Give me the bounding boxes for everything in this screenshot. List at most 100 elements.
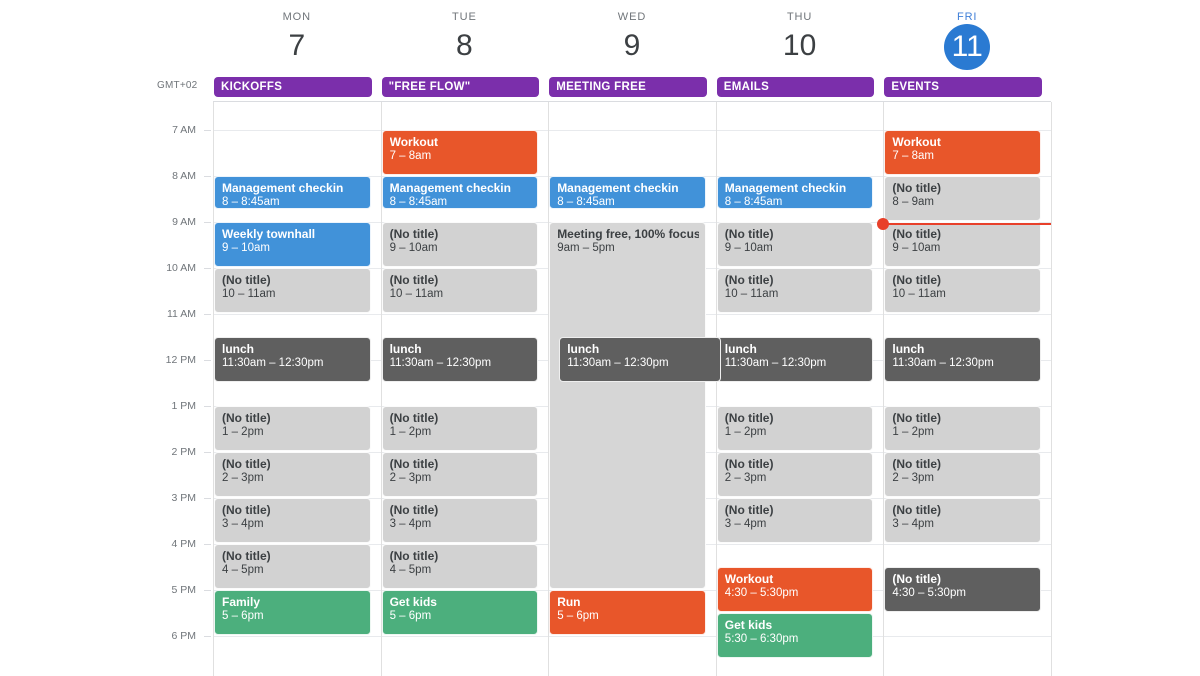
calendar-event[interactable]: lunch 11:30am – 12:30pm [381, 336, 539, 382]
event-time-range: 10 – 11am [389, 287, 444, 300]
event-title: Workout [892, 134, 941, 149]
day-header-fri[interactable]: FRI 11 [883, 0, 1051, 74]
calendar-event[interactable]: Get kids 5 – 6pm [381, 589, 539, 635]
time-axis-label: 8 AM [172, 169, 196, 182]
time-axis-tick [204, 267, 211, 269]
day-number[interactable]: 7 [288, 26, 305, 66]
event-time-range: 11:30am – 12:30pm [724, 356, 827, 369]
event-title: Workout [724, 571, 774, 586]
calendar-event[interactable]: Workout 7 – 8am [381, 129, 539, 175]
all-day-cell-tue[interactable]: "FREE FLOW" [381, 74, 549, 102]
calendar-event[interactable]: (No title) 9 – 10am [884, 221, 1041, 267]
day-header-thu[interactable]: THU 10 [716, 0, 884, 74]
event-time-range: 3 – 4pm [389, 517, 432, 530]
calendar-event[interactable]: (No title) 2 – 3pm [716, 451, 874, 497]
event-title: (No title) [724, 226, 774, 241]
calendar-event[interactable]: Workout 4:30 – 5:30pm [716, 566, 874, 612]
calendar-event[interactable]: Run 5 – 6pm [549, 589, 706, 635]
event-time-range: 7 – 8am [892, 149, 934, 162]
day-header-wed[interactable]: WED 9 [548, 0, 716, 74]
event-time-range: 1 – 2pm [724, 425, 767, 438]
event-time-range: 3 – 4pm [892, 517, 934, 530]
calendar-event[interactable]: Workout 7 – 8am [884, 129, 1041, 175]
event-title: Weekly townhall [222, 226, 316, 241]
event-title: Run [557, 594, 581, 609]
event-time-range: 11:30am – 12:30pm [222, 356, 324, 369]
event-time-range: 11:30am – 12:30pm [892, 356, 994, 369]
calendar-event[interactable]: (No title) 1 – 2pm [381, 405, 539, 451]
all-day-event-chip[interactable]: "FREE FLOW" [381, 77, 540, 97]
calendar-event[interactable]: (No title) 4 – 5pm [381, 543, 539, 589]
day-header-mon[interactable]: MON 7 [213, 0, 381, 74]
event-time-range: 1 – 2pm [222, 425, 264, 438]
event-time-range: 4:30 – 5:30pm [892, 586, 966, 599]
all-day-event-chip[interactable]: MEETING FREE [549, 77, 707, 97]
calendar-event[interactable]: (No title) 2 – 3pm [381, 451, 539, 497]
all-day-event-chip[interactable]: KICKOFFS [214, 77, 372, 97]
event-title: (No title) [389, 456, 439, 471]
event-time-range: 4 – 5pm [222, 563, 264, 576]
calendar-event[interactable]: (No title) 9 – 10am [716, 221, 874, 267]
calendar-event[interactable]: Family 5 – 6pm [214, 589, 371, 635]
time-axis-tick [204, 543, 211, 545]
calendar-event[interactable]: (No title) 2 – 3pm [884, 451, 1041, 497]
day-of-week-label: TUE [452, 11, 477, 23]
time-axis-label: 6 PM [171, 629, 196, 642]
calendar-event[interactable]: (No title) 8 – 9am [884, 175, 1041, 221]
calendar-event[interactable]: (No title) 3 – 4pm [716, 497, 874, 543]
calendar-event[interactable]: (No title) 4:30 – 5:30pm [884, 566, 1041, 612]
event-title: (No title) [724, 410, 774, 425]
calendar-event[interactable]: Weekly townhall 9 – 10am [214, 221, 371, 267]
calendar-event[interactable]: (No title) 10 – 11am [884, 267, 1041, 313]
event-title: (No title) [892, 226, 942, 241]
all-day-cell-mon[interactable]: KICKOFFS [213, 74, 381, 102]
calendar-event[interactable]: (No title) 1 – 2pm [716, 405, 874, 451]
all-day-event-chip[interactable]: EMAILS [716, 77, 875, 97]
event-time-range: 9 – 10am [389, 241, 438, 254]
calendar-event[interactable]: Management checkin 8 – 8:45am [716, 175, 874, 210]
event-title: (No title) [389, 226, 439, 241]
calendar-event[interactable]: (No title) 9 – 10am [381, 221, 539, 267]
all-day-cell-fri[interactable]: EVENTS [883, 74, 1051, 102]
all-day-cell-wed[interactable]: MEETING FREE [548, 74, 716, 102]
calendar-event[interactable]: Management checkin 8 – 8:45am [381, 175, 539, 210]
day-number-today[interactable]: 11 [944, 24, 991, 70]
calendar-event[interactable]: Meeting free, 100% focus 9am – 5pm [549, 221, 706, 589]
calendar-event[interactable]: (No title) 1 – 2pm [884, 405, 1041, 451]
calendar-event[interactable]: Get kids 5:30 – 6:30pm [716, 612, 874, 658]
calendar-event[interactable]: lunch 11:30am – 12:30pm [559, 336, 721, 382]
event-title: Workout [389, 134, 439, 149]
day-of-week-label: FRI [956, 11, 978, 23]
calendar-event[interactable]: lunch 11:30am – 12:30pm [884, 336, 1041, 382]
calendar-event[interactable]: (No title) 3 – 4pm [381, 497, 539, 543]
event-time-range: 8 – 8:45am [389, 195, 448, 208]
event-time-range: 9 – 10am [724, 241, 773, 254]
day-of-week-label: WED [617, 11, 647, 23]
calendar-event[interactable]: (No title) 4 – 5pm [214, 543, 371, 589]
day-header-tue[interactable]: TUE 8 [381, 0, 549, 74]
event-title: Meeting free, 100% focus [557, 226, 699, 241]
calendar-event[interactable]: (No title) 3 – 4pm [214, 497, 371, 543]
calendar-event[interactable]: Management checkin 8 – 8:45am [549, 175, 706, 210]
time-grid[interactable]: 7 AM 8 AM 9 AM 10 AM 11 AM 12 PM 1 PM 2 PM 3 PM 4… [0, 102, 1200, 676]
calendar-event[interactable]: (No title) 10 – 11am [716, 267, 874, 313]
event-title: (No title) [222, 548, 271, 563]
all-day-cell-thu[interactable]: EMAILS [716, 74, 884, 102]
calendar-event[interactable]: (No title) 3 – 4pm [884, 497, 1041, 543]
time-axis-tick [204, 589, 211, 591]
day-number[interactable]: 10 [783, 26, 816, 66]
event-title: Management checkin [557, 180, 679, 195]
calendar-event[interactable]: Management checkin 8 – 8:45am [214, 175, 371, 210]
calendar-event[interactable]: (No title) 10 – 11am [381, 267, 539, 313]
time-axis-label: 3 PM [171, 491, 196, 504]
calendar-event[interactable]: (No title) 1 – 2pm [214, 405, 371, 451]
calendar-event[interactable]: (No title) 2 – 3pm [214, 451, 371, 497]
day-number[interactable]: 8 [456, 26, 473, 66]
calendar-event[interactable]: lunch 11:30am – 12:30pm [214, 336, 371, 382]
all-day-event-chip[interactable]: EVENTS [884, 77, 1042, 97]
day-number[interactable]: 9 [624, 26, 641, 66]
current-time-line [883, 222, 1051, 225]
event-time-range: 9 – 10am [222, 241, 270, 254]
calendar-event[interactable]: lunch 11:30am – 12:30pm [716, 336, 874, 382]
calendar-event[interactable]: (No title) 10 – 11am [214, 267, 371, 313]
